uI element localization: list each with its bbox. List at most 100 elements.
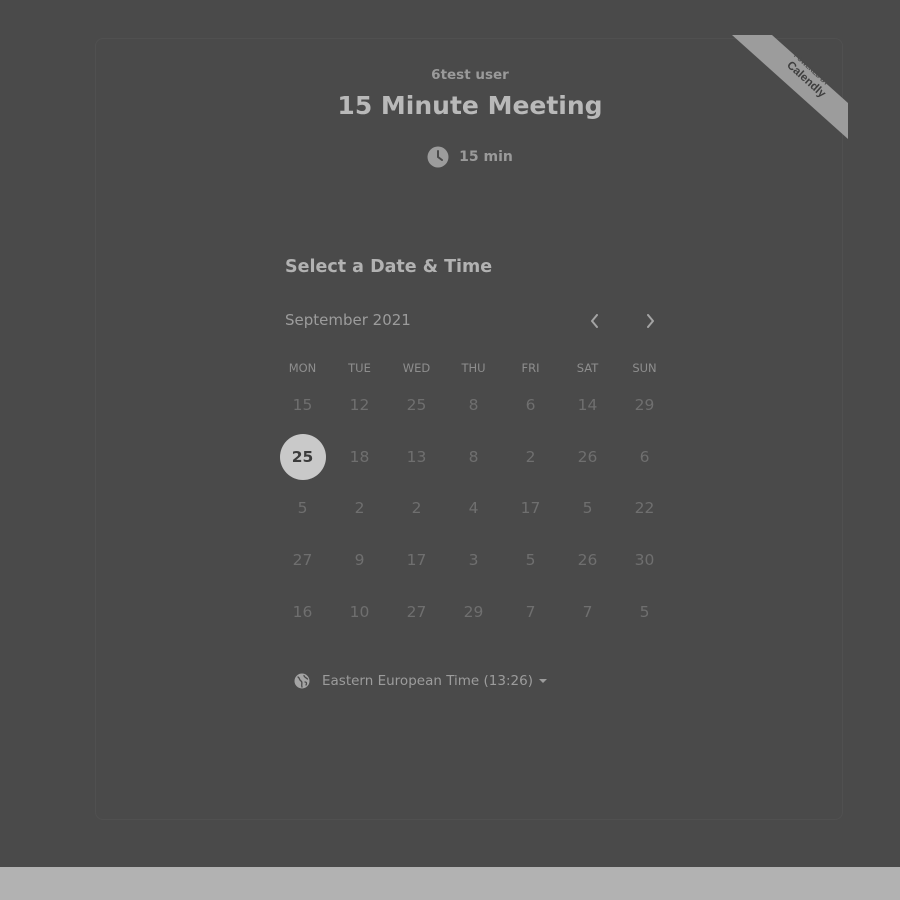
- calendar-day: 8: [445, 431, 502, 483]
- calendar-day: 26: [559, 431, 616, 483]
- event-owner: 6test user: [431, 67, 509, 83]
- day-number: 18: [349, 447, 370, 466]
- calendar-day: 29: [616, 379, 673, 431]
- day-number: 30: [634, 550, 655, 569]
- day-number: 10: [349, 602, 370, 621]
- calendar-day: 5: [559, 482, 616, 534]
- day-number: 5: [639, 602, 650, 621]
- weekday-label: THU: [461, 361, 486, 375]
- day-number: 3: [468, 550, 479, 569]
- globe-icon: [294, 673, 310, 689]
- calendar-day: 5: [616, 586, 673, 638]
- day-number: 9: [354, 550, 365, 569]
- calendar-day: 6: [616, 431, 673, 483]
- powered-by-calendly-badge[interactable]: POWERED BY Calendly: [732, 35, 848, 139]
- weekday-label: FRI: [521, 361, 540, 375]
- duration-label: 15 min: [459, 149, 513, 165]
- day-number: 2: [525, 447, 536, 466]
- calendar-day: 6: [502, 379, 559, 431]
- calendar-day: 2: [388, 482, 445, 534]
- previous-month-button[interactable]: [580, 306, 610, 336]
- weekday-label: MON: [288, 361, 317, 375]
- calendar-day: 22: [616, 482, 673, 534]
- event-title: 15 Minute Meeting: [337, 91, 603, 120]
- booking-page: POWERED BY Calendly 6test user 15 Minute…: [0, 0, 900, 900]
- day-number: 6: [525, 395, 536, 414]
- month-navigation: September 2021: [285, 311, 665, 333]
- calendar-day: 2: [502, 431, 559, 483]
- day-number: 15: [292, 395, 313, 414]
- badge-ribbon: POWERED BY Calendly: [732, 35, 848, 139]
- calendar-day: 12: [331, 379, 388, 431]
- calendar-day: 18: [331, 431, 388, 483]
- day-number: 2: [411, 499, 422, 518]
- calendar-day: 16: [274, 586, 331, 638]
- calendar-day: 10: [331, 586, 388, 638]
- weekday-label: TUE: [348, 361, 371, 375]
- day-number: 2: [354, 499, 365, 518]
- clock-icon: [427, 146, 449, 168]
- chevron-right-icon: [647, 314, 654, 328]
- calendar-day: 3: [445, 534, 502, 586]
- calendar-day: 15: [274, 379, 331, 431]
- bottom-bar: [0, 867, 900, 900]
- calendar-day: 17: [502, 482, 559, 534]
- calendar-grid: 15 12 25 8 6 14 29 25 18 13 8 2 26 6 5 2…: [274, 379, 673, 637]
- booking-card: POWERED BY Calendly 6test user 15 Minute…: [95, 35, 848, 820]
- calendar-day: 27: [274, 534, 331, 586]
- day-number: 29: [463, 602, 484, 621]
- day-number: 7: [525, 602, 536, 621]
- day-number: 4: [468, 499, 479, 518]
- weekday-label: SUN: [632, 361, 657, 375]
- day-number: 7: [582, 602, 593, 621]
- day-number: 8: [468, 447, 479, 466]
- day-number: 6: [639, 447, 650, 466]
- selected-day-number: 25: [279, 433, 326, 480]
- calendar-day-selected[interactable]: 25: [274, 431, 331, 483]
- calendar-day: 29: [445, 586, 502, 638]
- day-number: 13: [406, 447, 427, 466]
- calendar-day: 14: [559, 379, 616, 431]
- calendar-day: 17: [388, 534, 445, 586]
- day-number: 27: [292, 550, 313, 569]
- calendar-day: 7: [559, 586, 616, 638]
- day-number: 26: [577, 447, 598, 466]
- calendar-day: 5: [274, 482, 331, 534]
- day-number: 17: [406, 550, 427, 569]
- month-label: September 2021: [285, 311, 411, 329]
- calendar-day: 27: [388, 586, 445, 638]
- day-number: 17: [520, 499, 541, 518]
- select-date-heading: Select a Date & Time: [285, 257, 493, 277]
- weekday-header: MON TUE WED THU FRI SAT SUN: [274, 361, 673, 375]
- timezone-label: Eastern European Time (13:26): [322, 673, 533, 689]
- day-number: 16: [292, 602, 313, 621]
- calendar-day: 8: [445, 379, 502, 431]
- caret-down-icon: [538, 679, 547, 683]
- weekday-label: SAT: [576, 361, 599, 375]
- calendar-day: 7: [502, 586, 559, 638]
- day-number: 8: [468, 395, 479, 414]
- day-number: 12: [349, 395, 370, 414]
- calendar-day: 4: [445, 482, 502, 534]
- calendar-day: 25: [388, 379, 445, 431]
- day-number: 5: [582, 499, 593, 518]
- day-number: 26: [577, 550, 598, 569]
- calendar-day: 2: [331, 482, 388, 534]
- calendar-day: 9: [331, 534, 388, 586]
- calendar-day: 26: [559, 534, 616, 586]
- timezone-selector[interactable]: Eastern European Time (13:26): [294, 673, 547, 689]
- day-number: 14: [577, 395, 598, 414]
- calendar-day: 30: [616, 534, 673, 586]
- chevron-left-icon: [591, 314, 598, 328]
- next-month-button[interactable]: [635, 306, 665, 336]
- calendar-day: 5: [502, 534, 559, 586]
- day-number: 27: [406, 602, 427, 621]
- weekday-label: WED: [402, 361, 431, 375]
- day-number: 25: [406, 395, 427, 414]
- day-number: 5: [525, 550, 536, 569]
- calendar-day: 13: [388, 431, 445, 483]
- event-duration: 15 min: [96, 146, 844, 168]
- day-number: 22: [634, 499, 655, 518]
- day-number: 29: [634, 395, 655, 414]
- day-number: 5: [297, 499, 308, 518]
